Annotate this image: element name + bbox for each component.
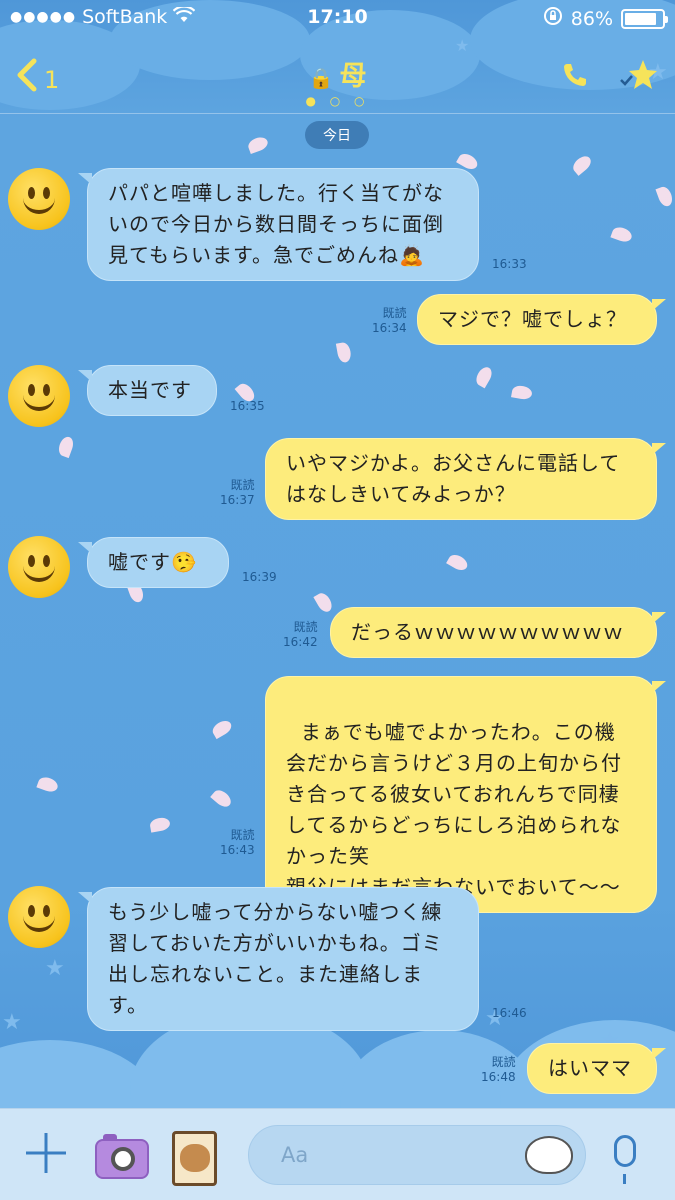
- phone-icon[interactable]: [561, 61, 589, 97]
- message-time: 16:33: [492, 257, 527, 271]
- avatar[interactable]: [8, 168, 70, 230]
- message-text: だっるｗｗｗｗｗｗｗｗｗｗ: [351, 620, 624, 644]
- camera-icon[interactable]: [95, 1134, 149, 1179]
- status-bar: ●●●●● SoftBank 17:10 86%: [0, 0, 675, 36]
- message-meta: 既読 16:37: [220, 478, 255, 508]
- message-text: 本当です: [108, 378, 192, 402]
- message-meta: 既読 16:48: [481, 1055, 516, 1085]
- message-time: 16:46: [492, 1006, 527, 1020]
- message-time: 16:39: [242, 570, 277, 584]
- avatar[interactable]: [8, 536, 70, 598]
- favorite-star-icon[interactable]: [619, 58, 657, 100]
- read-receipt: 既読: [230, 828, 255, 842]
- input-placeholder: Aa: [281, 1143, 309, 1167]
- outgoing-message-bubble[interactable]: まぁでも嘘でよかったわ。この機会だから言うけど３月の上旬から付き合ってる彼女いて…: [265, 676, 666, 913]
- orientation-lock-icon: [543, 6, 563, 31]
- bowing-emoji-icon: 🙇: [399, 243, 425, 267]
- message-time: 16:48: [481, 1070, 516, 1084]
- message-text: パパと喧嘩しました。行く当てがないので今日から数日間そっちに面倒見てもらいます。…: [108, 181, 444, 267]
- incoming-message-bubble[interactable]: 本当です: [78, 365, 217, 416]
- message-meta: 既読 16:42: [283, 620, 318, 650]
- plus-icon[interactable]: [24, 1131, 68, 1183]
- message-text: まぁでも嘘でよかったわ。この機会だから言うけど３月の上旬から付き合ってる彼女いて…: [286, 720, 622, 899]
- message-text: 嘘です: [108, 550, 171, 574]
- lock-icon: 🔒: [308, 66, 334, 90]
- message-text: はいママ: [548, 1056, 632, 1080]
- message-input-bar: Aa: [0, 1108, 675, 1200]
- read-receipt: 既読: [491, 1055, 516, 1069]
- avatar[interactable]: [8, 886, 70, 948]
- microphone-icon[interactable]: [614, 1135, 636, 1184]
- incoming-message-bubble[interactable]: もう少し嘘って分からない嘘つく練習しておいた方がいいかもね。ゴミ出し忘れないこと…: [78, 887, 479, 1031]
- message-time: 16:34: [372, 321, 407, 335]
- battery-icon: [621, 8, 668, 29]
- message-text: マジで？嘘でしょ？: [438, 307, 627, 331]
- outgoing-message-bubble[interactable]: はいママ: [527, 1043, 666, 1094]
- read-receipt: 既読: [230, 478, 255, 492]
- date-chip: 今日: [305, 121, 369, 149]
- chat-title-text: 母: [339, 61, 367, 92]
- read-receipt: 既読: [293, 620, 318, 634]
- lying-face-emoji-icon: 🤥: [171, 550, 197, 574]
- photo-gallery-icon[interactable]: [172, 1131, 217, 1186]
- message-meta: 既読 16:43: [220, 828, 255, 858]
- incoming-message-bubble[interactable]: パパと喧嘩しました。行く当てがないので今日から数日間そっちに面倒見てもらいます。…: [78, 168, 479, 281]
- message-time: 16:43: [220, 843, 255, 857]
- outgoing-message-bubble[interactable]: いやマジかよ。お父さんに電話してはなしきいてみよっか？: [265, 438, 666, 520]
- avatar[interactable]: [8, 365, 70, 427]
- read-receipt: 既読: [382, 306, 407, 320]
- message-time: 16:35: [230, 399, 265, 413]
- chat-header: 1 🔒 母 ● ○ ○: [0, 36, 675, 114]
- message-meta: 既読 16:34: [372, 306, 407, 336]
- message-time: 16:37: [220, 493, 255, 507]
- battery-percent: 86%: [570, 7, 613, 30]
- header-divider: [0, 113, 675, 114]
- message-text: いやマジかよ。お父さんに電話してはなしきいてみよっか？: [286, 451, 621, 506]
- incoming-message-bubble[interactable]: 嘘です🤥: [78, 537, 229, 588]
- sticker-icon[interactable]: [525, 1136, 573, 1174]
- message-text: もう少し嘘って分からない嘘つく練習しておいた方がいいかもね。ゴミ出し忘れないこと…: [108, 900, 443, 1017]
- outgoing-message-bubble[interactable]: マジで？嘘でしょ？: [417, 294, 666, 345]
- message-time: 16:42: [283, 635, 318, 649]
- message-input[interactable]: Aa: [248, 1125, 586, 1185]
- outgoing-message-bubble[interactable]: だっるｗｗｗｗｗｗｗｗｗｗ: [330, 607, 666, 658]
